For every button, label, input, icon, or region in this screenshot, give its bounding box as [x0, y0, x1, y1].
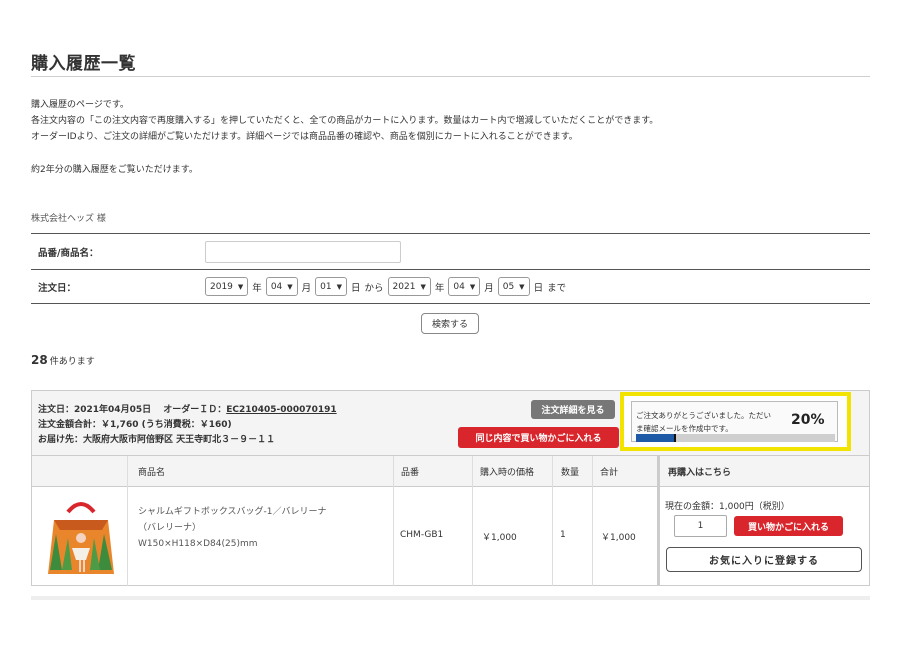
order-delivery-line: お届け先：大阪府大阪市阿倍野区 天王寺町北３－９－１１ — [38, 435, 276, 445]
product-label: 品番/商品名： — [38, 247, 99, 259]
column-divider — [592, 456, 593, 586]
order-detail-button[interactable]: 注文詳細を見る — [531, 400, 615, 419]
product-image — [48, 502, 114, 574]
order-date-line: 注文日：2021年04月05日 オーダーＩＤ：EC210405-00007019… — [38, 405, 337, 415]
search-form: 品番/商品名： 注文日： 2019 ▼ 年 04 ▼ 月 01 ▼ 日 から 2021… — [31, 233, 870, 304]
from-year-select[interactable]: 2019 ▼ — [205, 277, 249, 296]
history-note: 約2年分の購入履歴をご覧いただけます。 — [31, 165, 198, 175]
next-order-divider — [31, 596, 870, 600]
progress-bar — [636, 434, 835, 442]
date-range: 2019 ▼ 年 04 ▼ 月 01 ▼ 日 から 2021 ▼ 年 04 ▼ 月 05 ▼… — [205, 277, 570, 296]
add-favorite-button[interactable]: お気に入りに登録する — [666, 547, 862, 572]
chevron-down-icon: ▼ — [237, 282, 244, 291]
reorder-heading: 再購入はこちら — [668, 468, 732, 478]
product-name-link[interactable]: シャルムギフトボックスバッグ-1／バレリーナ — [138, 504, 327, 520]
order-confirmation-toast: ご注文ありがとうございました。ただいま確認メールを作成中です。 20% — [631, 401, 838, 442]
product-sku: CHM-GB1 — [400, 530, 444, 540]
product-price: ￥1,000 — [482, 533, 517, 543]
product-variant: （バレリーナ） — [138, 523, 202, 533]
highlight-frame: ご注文ありがとうございました。ただいま確認メールを作成中です。 20% — [620, 392, 851, 451]
page-title: 購入履歴一覧 — [31, 54, 136, 74]
intro-line: 各注文内容の「この注文内容で再度購入する」を押していただくと、全ての商品がカート… — [31, 116, 659, 126]
search-button[interactable]: 検索する — [421, 313, 479, 334]
progress-percent: 20% — [791, 412, 825, 428]
customer-name: 株式会社ヘッズ 様 — [31, 214, 106, 224]
from-month-select[interactable]: 04 ▼ — [265, 277, 298, 296]
current-price: 現在の金額：1,000円（税別） — [665, 502, 790, 512]
progress-fill — [636, 434, 676, 442]
order-id-link[interactable]: EC210405-000070191 — [226, 405, 336, 415]
column-header: 商品名 — [138, 468, 166, 478]
chevron-down-icon: ▼ — [469, 282, 476, 291]
column-header: 購入時の価格 — [480, 468, 535, 478]
column-header: 品番 — [401, 468, 420, 478]
intro-line: 購入履歴のページです。 — [31, 100, 129, 110]
date-label: 注文日： — [38, 282, 77, 294]
chevron-down-icon: ▼ — [336, 282, 343, 291]
chevron-down-icon: ▼ — [519, 282, 525, 291]
add-to-cart-button[interactable]: 買い物かごに入れる — [734, 516, 843, 536]
to-month-select[interactable]: 04 ▼ — [448, 277, 481, 296]
order-total-line: 注文金額合計：￥1,760 (うち消費税：￥160) — [38, 420, 232, 430]
product-dimensions: W150×H118×D84(25)mm — [138, 539, 258, 549]
chevron-down-icon: ▼ — [287, 282, 293, 291]
reorder-all-button[interactable]: 同じ内容で買い物かごに入れる — [458, 427, 619, 448]
product-total: ￥1,000 — [601, 533, 636, 543]
column-divider — [393, 456, 394, 586]
quantity-input[interactable]: 1 — [674, 515, 727, 537]
result-count: 28 件あります — [31, 353, 95, 367]
column-divider — [472, 456, 473, 586]
to-year-select[interactable]: 2021 ▼ — [387, 277, 431, 296]
product-search-input[interactable] — [205, 241, 401, 263]
column-divider — [552, 456, 553, 586]
intro-text: 購入履歴のページです。 各注文内容の「この注文内容で再度購入する」を押していただ… — [31, 97, 658, 145]
product-quantity: 1 — [560, 530, 566, 540]
product-search-row: 品番/商品名： — [31, 233, 870, 269]
toast-message: ご注文ありがとうございました。ただいま確認メールを作成中です。 — [636, 411, 771, 433]
to-day-select[interactable]: 05 ▼ — [497, 277, 530, 296]
chevron-down-icon: ▼ — [420, 282, 426, 291]
column-header: 合計 — [600, 468, 619, 478]
intro-line: オーダーIDより、ご注文の詳細がご覧いただけます。詳細ページでは商品品番の確認や… — [31, 132, 578, 142]
product-name: シャルムギフトボックスバッグ-1／バレリーナ （バレリーナ） W150×H118… — [138, 504, 327, 552]
column-header: 数量 — [561, 468, 580, 478]
column-divider — [127, 456, 128, 586]
title-divider — [31, 76, 870, 77]
date-search-row: 注文日： 2019 ▼ 年 04 ▼ 月 01 ▼ 日 から 2021 ▼ 年 04 ▼ … — [31, 269, 870, 304]
from-day-select[interactable]: 01 ▼ — [315, 277, 348, 296]
